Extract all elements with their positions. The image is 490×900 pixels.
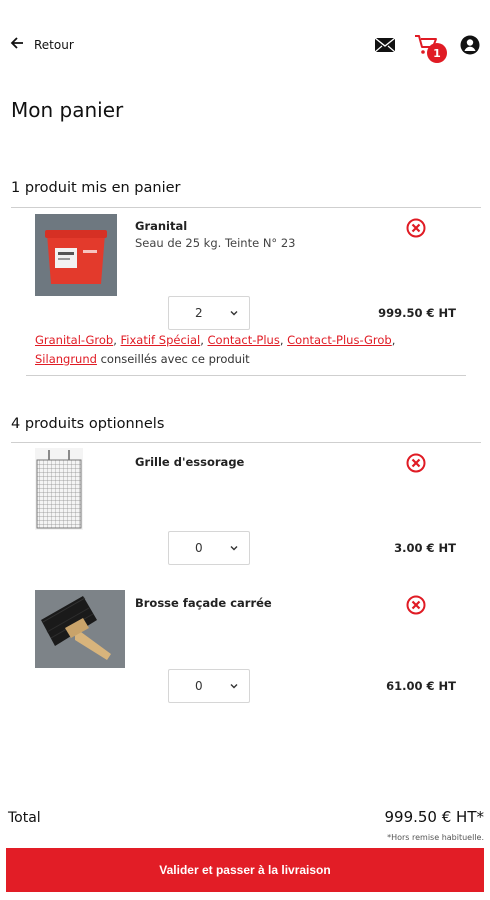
product-name: Granital: [135, 219, 188, 233]
mail-icon[interactable]: [374, 37, 396, 57]
chevron-down-icon: [229, 680, 239, 694]
recommendations: Granital-Grob, Fixatif Spécial, Contact-…: [35, 333, 396, 366]
cart-count-badge: 1: [427, 43, 447, 63]
quantity-select[interactable]: 0: [168, 669, 250, 703]
item-price: 3.00 € HT: [394, 541, 456, 555]
quantity-select[interactable]: 2: [168, 296, 250, 330]
reco-link[interactable]: Fixatif Spécial: [121, 333, 201, 347]
total-label: Total: [8, 810, 41, 826]
quantity-value: 0: [195, 679, 203, 693]
divider: [11, 442, 481, 443]
chevron-down-icon: [229, 307, 239, 321]
remove-item-button[interactable]: [406, 453, 426, 473]
remove-item-button[interactable]: [406, 218, 426, 238]
item-price: 999.50 € HT: [378, 306, 456, 320]
product-name: Grille d'essorage: [135, 455, 245, 469]
back-arrow-icon: [10, 36, 24, 54]
product-name: Brosse façade carrée: [135, 596, 272, 610]
item-price: 61.00 € HT: [386, 679, 456, 693]
reco-link[interactable]: Granital-Grob: [35, 333, 113, 347]
total-value: 999.50 € HT*: [384, 808, 484, 826]
back-label: Retour: [34, 38, 74, 52]
remove-icon: [406, 453, 426, 473]
reco-link[interactable]: Contact-Plus: [208, 333, 280, 347]
quantity-value: 0: [195, 541, 203, 555]
cart-button[interactable]: 1: [414, 34, 447, 63]
checkout-button[interactable]: Valider et passer à la livraison: [6, 848, 484, 892]
reco-link[interactable]: Silangrund: [35, 352, 97, 366]
product-image-brosse[interactable]: [35, 590, 125, 668]
product-image-granital[interactable]: [35, 214, 117, 296]
total-note: *Hors remise habituelle.: [387, 833, 484, 842]
quantity-value: 2: [195, 306, 203, 320]
chevron-down-icon: [229, 542, 239, 556]
remove-item-button[interactable]: [406, 595, 426, 615]
account-icon[interactable]: [460, 35, 480, 59]
top-bar: Retour 1: [0, 0, 490, 90]
quantity-select[interactable]: 0: [168, 531, 250, 565]
product-image-grille[interactable]: [35, 448, 83, 530]
remove-icon: [406, 218, 426, 238]
optional-section-title: 4 produits optionnels: [11, 416, 165, 432]
product-description: Seau de 25 kg. Teinte N° 23: [135, 236, 296, 250]
back-button[interactable]: Retour: [10, 36, 74, 54]
remove-icon: [406, 595, 426, 615]
reco-link[interactable]: Contact-Plus-Grob: [287, 333, 392, 347]
divider: [26, 375, 466, 376]
header-icons: 1: [374, 34, 480, 63]
divider: [11, 207, 481, 208]
reco-suffix: conseillés avec ce produit: [100, 352, 250, 366]
cart-footer: Total 999.50 € HT* *Hors remise habituel…: [0, 798, 490, 900]
cart-section-title: 1 produit mis en panier: [11, 180, 181, 196]
page-title: Mon panier: [11, 98, 124, 122]
